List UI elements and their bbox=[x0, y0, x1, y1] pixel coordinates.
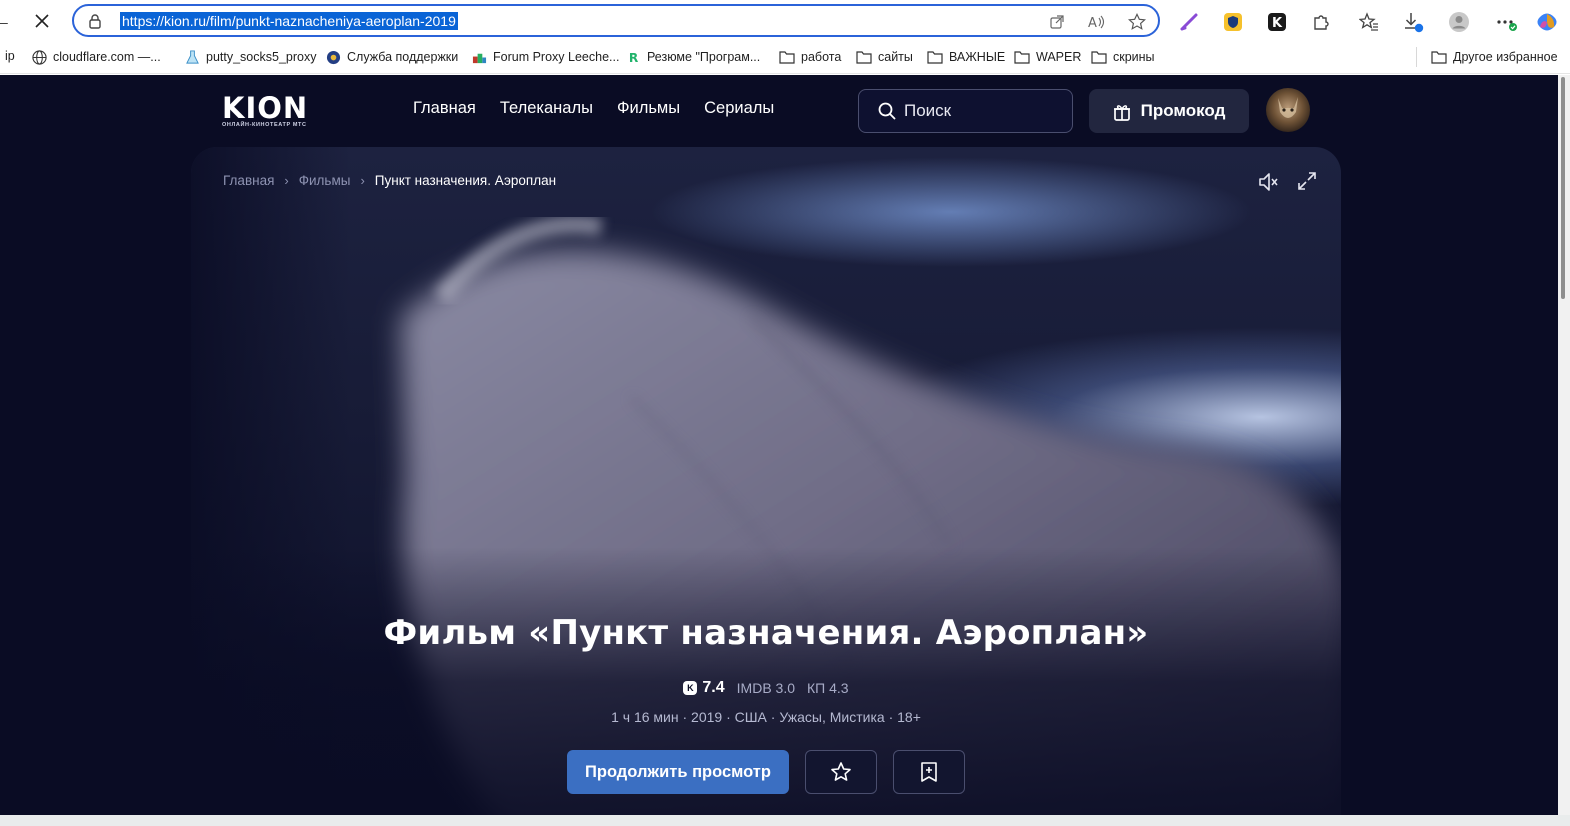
breadcrumb: Главная › Фильмы › Пункт назначения. Аэр… bbox=[223, 173, 556, 188]
scrollbar-thumb[interactable] bbox=[1561, 77, 1565, 299]
user-avatar[interactable] bbox=[1266, 88, 1310, 132]
bookmarks-divider bbox=[1416, 47, 1417, 67]
ratings-row: K 7.4 IMDB 3.0 КП 4.3 bbox=[191, 679, 1341, 697]
search-placeholder: Поиск bbox=[904, 101, 952, 120]
fullscreen-button[interactable] bbox=[1297, 171, 1317, 198]
search-box[interactable]: Поиск bbox=[858, 89, 1073, 133]
bookmarks-bar: ip cloudflare.com —... putty_socks5_prox… bbox=[0, 42, 1570, 74]
search-icon bbox=[878, 102, 896, 120]
folder-icon bbox=[856, 49, 872, 65]
breadcrumb-home[interactable]: Главная bbox=[223, 173, 274, 188]
favorites-list-icon[interactable] bbox=[1358, 11, 1380, 33]
bookmark-folder-work[interactable]: работа bbox=[779, 49, 841, 65]
nav-series[interactable]: Сериалы bbox=[704, 99, 774, 118]
more-menu-icon[interactable] bbox=[1496, 11, 1518, 33]
forum-icon bbox=[471, 49, 487, 65]
movie-meta: 1 ч 16 мин · 2019 · США · Ужасы, Мистика… bbox=[611, 709, 921, 725]
bookmark-folder-waper[interactable]: WAPER bbox=[1014, 49, 1081, 65]
kion-k-icon: K bbox=[683, 681, 698, 695]
folder-icon bbox=[927, 49, 943, 65]
copilot-icon[interactable] bbox=[1536, 11, 1558, 33]
stop-loading-button[interactable] bbox=[30, 10, 54, 32]
page-scrollbar[interactable] bbox=[1558, 75, 1570, 815]
mute-button[interactable] bbox=[1257, 171, 1279, 198]
flask-icon bbox=[184, 49, 200, 65]
bookmark-putty[interactable]: putty_socks5_proxy bbox=[184, 49, 316, 65]
bookmark-folder-screens[interactable]: скрины bbox=[1091, 49, 1155, 65]
player-controls bbox=[1257, 171, 1317, 198]
breadcrumb-movies[interactable]: Фильмы bbox=[299, 173, 351, 188]
svg-text:K: K bbox=[1272, 16, 1283, 31]
svg-text:A: A bbox=[1088, 16, 1097, 30]
pen-extension-icon[interactable] bbox=[1178, 11, 1200, 33]
folder-icon bbox=[1431, 49, 1447, 65]
address-bar[interactable]: https://kion.ru/film/punkt-naznacheniya-… bbox=[72, 4, 1160, 37]
movie-actions: Продолжить просмотр bbox=[191, 750, 1341, 794]
r-icon: R bbox=[625, 49, 641, 65]
globe-icon bbox=[31, 49, 47, 65]
movie-title: Фильм «Пункт назначения. Аэроплан» bbox=[383, 613, 1149, 653]
close-icon bbox=[35, 14, 49, 28]
bookmark-other-favorites[interactable]: Другое избранное bbox=[1431, 49, 1558, 65]
main-nav: Главная Телеканалы Фильмы Сериалы bbox=[413, 99, 774, 118]
chevron-right-icon: › bbox=[284, 173, 289, 188]
chevron-right-icon: › bbox=[360, 173, 365, 188]
url-text[interactable]: https://kion.ru/film/punkt-naznacheniya-… bbox=[120, 12, 458, 30]
imdb-rating: IMDB 3.0 bbox=[736, 680, 796, 696]
read-aloud-icon[interactable]: A bbox=[1088, 13, 1106, 31]
support-icon bbox=[325, 49, 341, 65]
lock-icon[interactable] bbox=[88, 13, 102, 34]
promo-code-label: Промокод bbox=[1140, 101, 1226, 120]
breadcrumb-current: Пункт назначения. Аэроплан bbox=[374, 173, 557, 188]
favorite-star-icon[interactable] bbox=[1128, 13, 1146, 31]
nav-tv-channels[interactable]: Телеканалы bbox=[500, 99, 593, 118]
shield-extension-icon[interactable] bbox=[1222, 11, 1244, 33]
kion-rating: K 7.4 bbox=[683, 679, 725, 697]
profile-avatar-icon[interactable] bbox=[1448, 11, 1470, 33]
svg-text:R: R bbox=[628, 51, 638, 65]
promo-code-button[interactable]: Промокод bbox=[1089, 89, 1249, 133]
downloads-icon[interactable] bbox=[1402, 11, 1424, 33]
expand-icon bbox=[1298, 172, 1316, 190]
star-icon bbox=[831, 762, 851, 781]
kion-logo[interactable]: KION ОНЛАЙН-КИНОТЕАТР МТС bbox=[222, 94, 308, 129]
add-favorite-button[interactable] bbox=[805, 750, 877, 794]
bookmark-plus-icon bbox=[921, 762, 937, 782]
bookmark-folder-sites[interactable]: сайты bbox=[856, 49, 913, 65]
toolbar-edge-glyph: – bbox=[0, 14, 8, 30]
bookmark-edge-text[interactable]: ip bbox=[5, 49, 15, 63]
nav-movies[interactable]: Фильмы bbox=[617, 99, 680, 118]
window-bottom-strip bbox=[0, 815, 1570, 826]
nav-home[interactable]: Главная bbox=[413, 99, 476, 118]
kp-rating: КП 4.3 bbox=[807, 680, 849, 696]
bookmark-support[interactable]: Служба поддержки bbox=[325, 49, 458, 65]
folder-icon bbox=[1014, 49, 1030, 65]
extensions-puzzle-icon[interactable] bbox=[1310, 11, 1332, 33]
bookmark-forum-proxy[interactable]: Forum Proxy Leeche... bbox=[471, 49, 619, 65]
continue-watching-button[interactable]: Продолжить просмотр bbox=[567, 750, 789, 794]
k-extension-icon[interactable]: K bbox=[1266, 11, 1288, 33]
kion-page: KION ОНЛАЙН-КИНОТЕАТР МТС Главная Телека… bbox=[0, 75, 1558, 815]
open-in-app-icon[interactable] bbox=[1048, 13, 1066, 31]
bookmark-cloudflare[interactable]: cloudflare.com —... bbox=[31, 49, 161, 65]
speaker-muted-icon bbox=[1259, 173, 1278, 191]
video-player-hero[interactable]: Главная › Фильмы › Пункт назначения. Аэр… bbox=[191, 147, 1341, 815]
bookmark-resume[interactable]: R Резюме "Програм... bbox=[625, 49, 760, 65]
gift-icon bbox=[1113, 104, 1130, 121]
add-bookmark-button[interactable] bbox=[893, 750, 965, 794]
folder-icon bbox=[1091, 49, 1107, 65]
folder-icon bbox=[779, 49, 795, 65]
bookmark-folder-important[interactable]: ВАЖНЫЕ bbox=[927, 49, 1005, 65]
browser-toolbar: – https://kion.ru/film/punkt-naznacheniy… bbox=[0, 0, 1570, 42]
